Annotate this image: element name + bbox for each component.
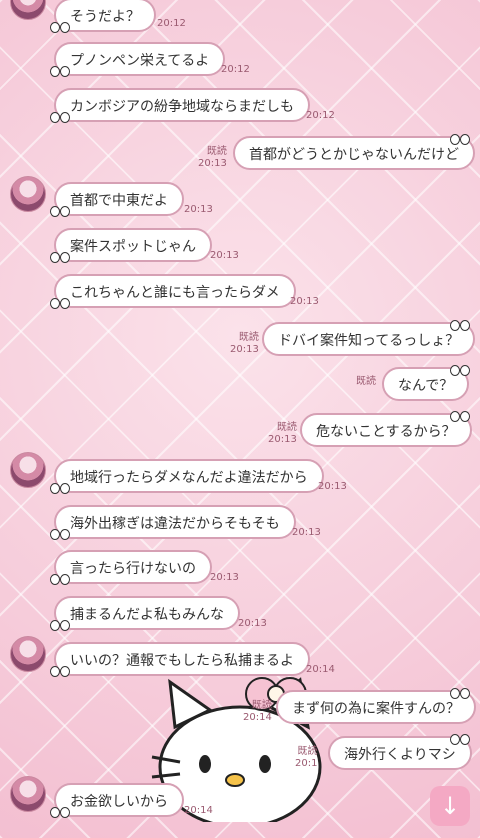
message-time: 20:14 [243,712,272,723]
bow-icon [450,688,470,699]
message-bubble[interactable]: これちゃんと誰にも言ったらダメ [54,274,296,308]
avatar[interactable] [10,636,46,672]
read-label: 既読 [206,146,227,157]
bow-icon [50,807,70,818]
message-time: 20:12 [221,64,250,75]
bow-icon [50,620,70,631]
message-time: 20:13 [198,158,227,169]
read-label: 既読 [238,332,259,343]
bow-icon [50,112,70,123]
message-bubble[interactable]: いいの？通報でもしたら私捕まるよ [54,642,310,676]
bow-icon [50,574,70,585]
bow-icon [50,666,70,677]
message-time: 20:1 [295,758,318,769]
bow-icon [50,483,70,494]
message-bubble[interactable]: まず何の為に案件すんの？ [276,690,476,724]
message-time: 20:14 [184,805,213,816]
message-bubble[interactable]: カンボジアの紛争地域ならまだしも [54,88,310,122]
message-bubble[interactable]: 海外出稼ぎは違法だからそもそも [54,505,296,539]
message-bubble[interactable]: 言ったら行けないの [54,550,212,584]
bow-icon [50,252,70,263]
avatar[interactable] [10,0,46,20]
message-bubble[interactable]: ドバイ案件知ってるっしょ？ [262,322,476,356]
read-label: 既読 [297,746,318,757]
message-time: 20:13 [318,481,347,492]
message-bubble[interactable]: 捕まるんだよ私もみんな [54,596,240,630]
avatar[interactable] [10,176,46,212]
message-bubble[interactable]: 首都がどうとかじゃないんだけど [233,136,475,170]
bow-icon [50,298,70,309]
message-bubble[interactable]: 地域行ったらダメなんだよ違法だから [54,459,324,493]
read-receipt: 既読 [356,376,376,388]
bow-icon [50,206,70,217]
read-receipt: 既読 20:14 [243,700,272,724]
message-time: 20:12 [157,18,186,29]
bow-icon [450,365,470,376]
bow-icon [450,320,470,331]
read-label: 既読 [356,376,376,387]
message-bubble[interactable]: 案件スポットじゃん [54,228,212,262]
avatar[interactable] [10,452,46,488]
bow-icon [50,66,70,77]
message-time: 20:13 [210,572,239,583]
message-time: 20:13 [230,344,259,355]
bow-icon [50,529,70,540]
read-receipt: 既読 20:13 [268,422,297,446]
message-bubble[interactable]: 首都で中東だよ [54,182,184,216]
bow-icon [450,734,470,745]
bow-icon [450,411,470,422]
read-receipt: 既読 20:13 [230,332,259,356]
bow-icon [450,134,470,145]
avatar[interactable] [10,776,46,812]
message-time: 20:13 [292,527,321,538]
read-label: 既読 [276,422,297,433]
scroll-to-bottom-button[interactable]: ↓ [430,786,470,826]
read-receipt: 既読 20:13 [198,146,227,170]
message-time: 20:13 [210,250,239,261]
read-label: 既読 [251,700,272,711]
message-bubble[interactable]: プノンペン栄えてるよ [54,42,226,76]
message-time: 20:13 [290,296,319,307]
message-time: 20:13 [268,434,297,445]
message-time: 20:13 [238,618,267,629]
message-bubble[interactable]: お金欲しいから [54,783,184,817]
message-time: 20:13 [184,204,213,215]
message-bubble[interactable]: 危ないことするから？ [300,413,472,447]
message-time: 20:12 [306,110,335,121]
read-receipt: 既読 20:1 [295,746,317,770]
bow-icon [50,22,70,33]
